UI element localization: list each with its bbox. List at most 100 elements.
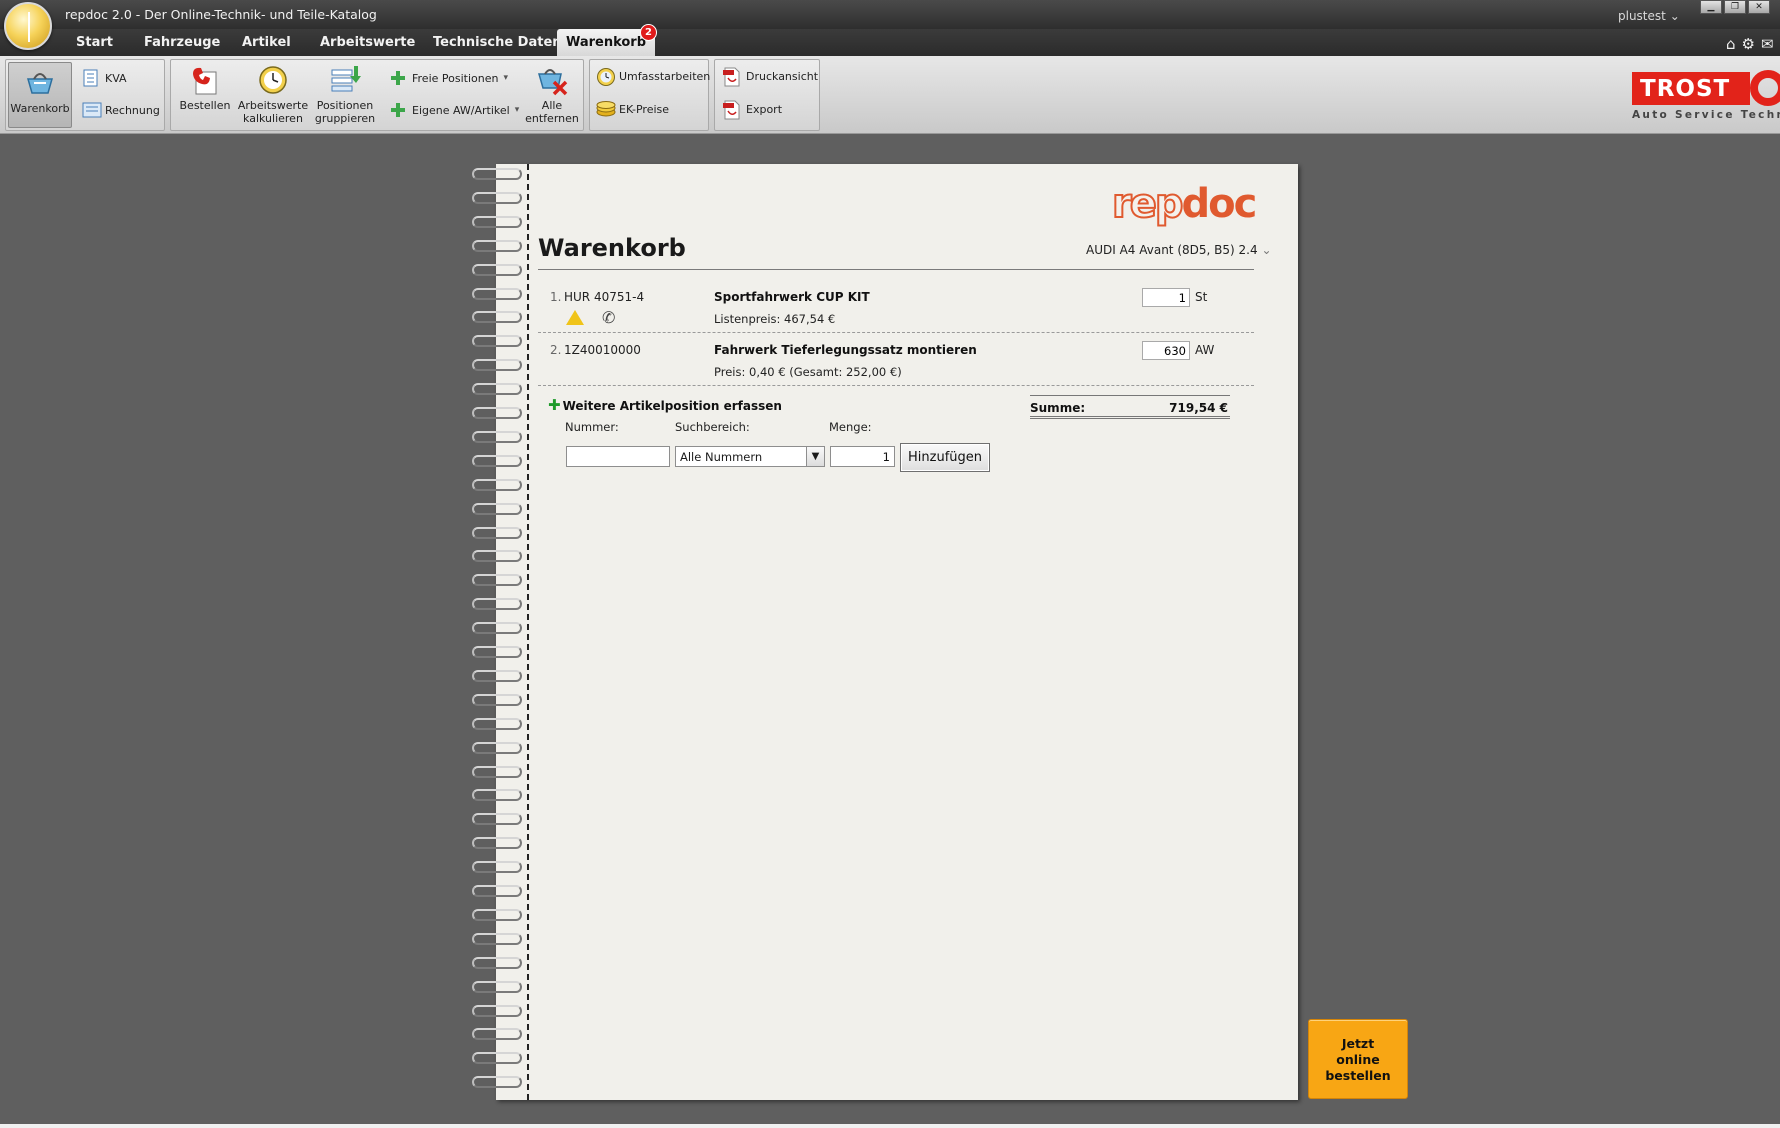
- home-icon[interactable]: ⌂: [1726, 35, 1736, 53]
- spiral-coil: [470, 955, 522, 969]
- quantity-input[interactable]: [830, 446, 895, 467]
- positionen-gruppieren-button[interactable]: Positionen gruppieren: [313, 60, 377, 125]
- rechnung-button[interactable]: Rechnung: [82, 101, 160, 119]
- search-area-label: Suchbereich:: [675, 420, 750, 434]
- mail-icon[interactable]: ✉: [1761, 35, 1774, 53]
- spiral-coil: [470, 811, 522, 826]
- spiral-coil: [470, 309, 522, 324]
- maximize-button[interactable]: ❐: [1724, 0, 1746, 14]
- plus-icon: [389, 69, 407, 87]
- app-title: repdoc 2.0 - Der Online-Technik- und Tei…: [65, 7, 377, 22]
- spiral-coil: [470, 835, 522, 850]
- add-button[interactable]: Hinzufügen: [900, 443, 990, 472]
- ek-preise-button[interactable]: EK-Preise: [596, 100, 669, 118]
- spiral-coil: [470, 572, 522, 587]
- user-menu[interactable]: plustest ⌄: [1618, 9, 1680, 23]
- status-strip: [0, 1124, 1780, 1128]
- item-quantity-input[interactable]: [1142, 288, 1190, 307]
- toolbar-group-actions: Bestellen Arbeitswerte kalkulieren Posit…: [170, 59, 584, 131]
- tab-technische-daten[interactable]: Technische Daten: [433, 35, 562, 50]
- export-label: Export: [746, 102, 783, 116]
- tab-fahrzeuge[interactable]: Fahrzeuge: [144, 35, 220, 50]
- warenkorb-button[interactable]: Warenkorb: [8, 62, 72, 128]
- chevron-down-icon: ⌄: [1669, 9, 1680, 23]
- item-article-number[interactable]: 1Z40010000: [564, 343, 641, 357]
- chevron-down-icon[interactable]: ▼: [806, 447, 824, 466]
- search-area-select[interactable]: Alle Nummern ▼: [675, 446, 825, 467]
- plus-icon: ✚: [548, 396, 561, 414]
- repdoc-logo: repdoc: [1111, 180, 1257, 228]
- freie-positionen-button[interactable]: Freie Positionen ▾: [389, 69, 508, 87]
- group-icon: [329, 64, 361, 96]
- spiral-coil: [470, 1074, 522, 1089]
- umfassarbeiten-label: Umfasstarbeiten: [619, 69, 711, 83]
- add-position-heading[interactable]: ✚ Weitere Artikelposition erfassen: [548, 396, 782, 414]
- invoice-icon: [82, 101, 102, 119]
- main-nav: Start Fahrzeuge Artikel Arbeitswerte Tec…: [0, 24, 1780, 56]
- item-price: Listenpreis: 467,54 €: [714, 312, 836, 326]
- arbeitswerte-kalkulieren-button[interactable]: Arbeitswerte kalkulieren: [237, 60, 309, 125]
- arbeitswerte-label-1: Arbeitswerte: [237, 99, 309, 112]
- toolbar: Warenkorb KVA Rechnung Bestellen Arbeits…: [0, 56, 1780, 134]
- item-number: 1.: [550, 290, 562, 304]
- spiral-coil: [470, 859, 522, 874]
- alle-label-1: Alle: [541, 99, 563, 112]
- tab-artikel[interactable]: Artikel: [242, 35, 291, 50]
- freie-positionen-label: Freie Positionen: [412, 71, 499, 85]
- order-label-3: bestellen: [1325, 1068, 1391, 1083]
- trost-logo: TROST Auto Service Techni: [1632, 70, 1780, 124]
- positionen-label-2: gruppieren: [314, 112, 376, 125]
- plus-icon: [389, 101, 407, 119]
- item-number: 2.: [550, 343, 562, 357]
- minimize-button[interactable]: ▁: [1700, 0, 1722, 14]
- search-area-value: Alle Nummern: [680, 450, 763, 464]
- spiral-binding: [470, 166, 524, 1096]
- order-label-2: online: [1336, 1052, 1380, 1067]
- vehicle-selector[interactable]: AUDI A4 Avant (8D5, B5) 2.4 ⌄: [1086, 243, 1272, 257]
- spiral-coil: [470, 333, 522, 348]
- spiral-coil: [470, 883, 522, 897]
- number-input[interactable]: [566, 446, 670, 467]
- phone-order-icon: [189, 64, 221, 96]
- umfassarbeiten-button[interactable]: Umfasstarbeiten: [596, 67, 711, 86]
- phone-icon[interactable]: ✆: [602, 308, 615, 327]
- globe-clock-icon: [596, 67, 615, 86]
- eigene-aw-artikel-button[interactable]: Eigene AW/Artikel ▾: [389, 101, 519, 119]
- repdoc-logo-rep: rep: [1111, 180, 1184, 228]
- clock-icon: [257, 64, 289, 96]
- eigene-aw-label: Eigene AW/Artikel: [412, 103, 510, 117]
- warning-icon[interactable]: [566, 310, 584, 325]
- brand-tagline: Auto Service Techni: [1632, 109, 1780, 121]
- spiral-coil: [470, 620, 522, 635]
- tab-arbeitswerte[interactable]: Arbeitswerte: [320, 35, 415, 50]
- bestellen-label: Bestellen: [179, 99, 231, 112]
- warenkorb-button-label: Warenkorb: [10, 102, 70, 115]
- list-icon: [82, 69, 100, 87]
- ek-preise-label: EK-Preise: [619, 102, 670, 116]
- item-quantity-input[interactable]: [1142, 341, 1190, 360]
- item-article-number[interactable]: HUR 40751-4: [564, 290, 644, 304]
- spiral-coil: [470, 787, 522, 802]
- toolbar-group-extras: Umfasstarbeiten EK-Preise: [589, 59, 711, 131]
- perforation-line: [527, 164, 529, 1100]
- export-button[interactable]: Export: [723, 100, 783, 120]
- sum-value: 719,54 €: [1169, 401, 1228, 415]
- kva-button[interactable]: KVA: [82, 69, 127, 87]
- title-divider: [538, 269, 1254, 270]
- app-logo-icon[interactable]: [4, 2, 52, 50]
- order-online-button[interactable]: Jetzt online bestellen: [1308, 1019, 1408, 1099]
- close-button[interactable]: ✕: [1748, 0, 1770, 14]
- window-controls: ▁ ❐ ✕: [1700, 0, 1770, 14]
- remove-all-icon: [536, 64, 568, 96]
- spiral-coil: [470, 668, 522, 682]
- druckansicht-label: Druckansicht: [746, 69, 819, 83]
- spiral-coil: [470, 740, 522, 754]
- bestellen-button[interactable]: Bestellen: [177, 60, 233, 112]
- tab-start[interactable]: Start: [76, 35, 113, 50]
- spiral-coil: [470, 357, 522, 372]
- spiral-coil: [470, 596, 522, 611]
- tab-warenkorb[interactable]: Warenkorb 2: [557, 24, 657, 56]
- gear-icon[interactable]: ⚙: [1742, 35, 1755, 53]
- druckansicht-button[interactable]: Druckansicht: [723, 67, 819, 87]
- alle-entfernen-button[interactable]: Alle entfernen: [523, 60, 581, 125]
